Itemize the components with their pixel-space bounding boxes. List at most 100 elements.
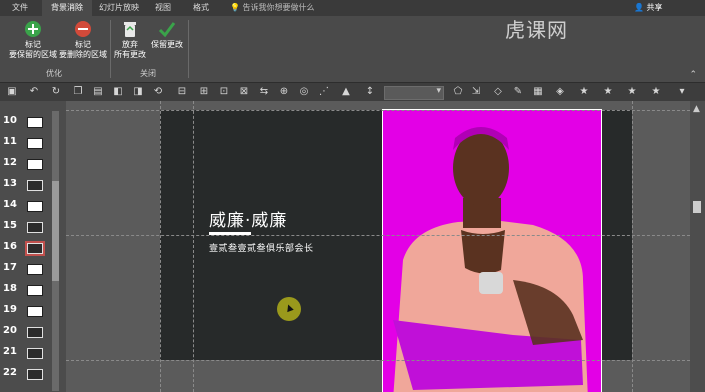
watermark-logo: 虎课网 [505, 14, 568, 43]
scroll-up-icon[interactable]: ▲ [693, 104, 700, 114]
discard-line2: 所有更改 [114, 50, 146, 59]
portrait-photo-background-removal[interactable] [382, 109, 602, 392]
shape-effect-icon[interactable]: ⬠ [452, 86, 464, 98]
slide-preview [27, 201, 43, 212]
mark-keep-line1: 标记 [25, 40, 41, 49]
star-icon[interactable]: ★ [626, 86, 638, 98]
guide-line[interactable] [66, 110, 690, 111]
group-separator [188, 20, 189, 78]
group-label-close: 关闭 [140, 69, 156, 78]
slide-editing-canvas: 威廉·威廉 壹贰叁壹贰叁俱乐部会长 [66, 101, 690, 392]
slide-number: 18 [3, 283, 17, 294]
outline-icon[interactable]: ✎ [512, 86, 524, 98]
slide-number: 12 [3, 157, 17, 168]
tell-me-text: 告诉我你想要做什么 [242, 3, 315, 12]
font-dropdown[interactable] [384, 86, 444, 100]
slide-preview [27, 138, 43, 149]
person-icon: 👤 [634, 3, 644, 12]
slide-number: 13 [3, 178, 17, 189]
guide-line[interactable] [66, 360, 690, 361]
slide-preview [27, 327, 43, 338]
text-direction-icon[interactable]: ⇲ [470, 86, 482, 98]
star-icon[interactable]: ★ [578, 86, 590, 98]
redo-icon[interactable]: ↻ [50, 86, 62, 98]
guide-line[interactable] [66, 235, 690, 236]
person-image [393, 127, 588, 392]
mark-remove-line1: 标记 [75, 40, 91, 49]
recycle-bin-icon [124, 22, 136, 37]
group-label-optimize: 优化 [46, 69, 62, 78]
keep-changes-button[interactable]: 保留更改 [148, 20, 186, 50]
canvas-scrollbar[interactable]: ▲ [690, 101, 705, 392]
slide-preview [27, 117, 43, 128]
slide-preview [27, 180, 43, 191]
slide-preview [27, 222, 43, 233]
arrange-icon[interactable]: ⊕ [278, 86, 290, 98]
group-icon[interactable]: ▤ [92, 86, 104, 98]
mouse-cursor-highlight [277, 297, 301, 321]
slide-number: 10 [3, 115, 17, 126]
slide-preview [27, 159, 43, 170]
tab-background-removal[interactable]: 背景消除 [42, 0, 92, 16]
slide-number: 21 [3, 346, 17, 357]
tab-view[interactable]: 视图 [146, 0, 180, 16]
quick-access-toolbar: ▣ ↶ ↻ ❐ ▤ ◧ ◨ ⟲ ⊟ ⊞ ⊡ ⊠ ⇆ ⊕ ◎ ⋰ ▲ ↕ ⬠ ⇲ … [0, 83, 705, 101]
scrollbar-thumb[interactable] [52, 181, 59, 281]
copy-icon[interactable]: ❐ [72, 86, 84, 98]
share-label: 共享 [646, 3, 663, 12]
slide-thumbnail-panel: 10 11 12 13 14 15 16 17 18 19 20 21 22 [0, 101, 66, 392]
mark-remove-button[interactable]: 标记 要删除的区域 [56, 20, 110, 60]
rotate-icon[interactable]: ⟲ [152, 86, 164, 98]
slide-preview [27, 369, 43, 380]
discard-line1: 放弃 [122, 40, 138, 49]
collapse-ribbon-icon[interactable]: ⌃ [689, 70, 697, 80]
align-icon[interactable]: ⊟ [176, 86, 188, 98]
bring-forward-icon[interactable]: ◧ [112, 86, 124, 98]
slide-number: 11 [3, 136, 17, 147]
checkmark-icon [158, 22, 176, 38]
slide-preview [27, 264, 43, 275]
undo-icon[interactable]: ↶ [28, 86, 40, 98]
watermark-text: 虎课网 [505, 18, 568, 42]
slide-preview [27, 348, 43, 359]
more-icon[interactable]: ▾ [676, 86, 688, 98]
scrollbar-thumb[interactable] [693, 201, 701, 213]
minus-circle-icon [75, 21, 91, 37]
lightbulb-icon: 💡 [230, 3, 240, 12]
share-button[interactable]: 👤 共享 [634, 0, 663, 16]
flip-icon[interactable]: ⇆ [258, 86, 270, 98]
guide-line[interactable] [193, 101, 194, 392]
tab-format[interactable]: 格式 [184, 0, 218, 16]
shape-fill-icon[interactable]: ◇ [492, 86, 504, 98]
line-spacing-icon[interactable]: ↕ [364, 86, 376, 98]
picture-icon[interactable]: ▦ [532, 86, 544, 98]
thumbnail-scrollbar[interactable] [52, 111, 59, 391]
slide-preview [27, 285, 43, 296]
guide-line[interactable] [632, 101, 633, 392]
slide-number: 14 [3, 199, 17, 210]
discard-changes-button[interactable]: 放弃 所有更改 [112, 20, 148, 60]
slide-preview [25, 241, 45, 256]
slide-number: 20 [3, 325, 17, 336]
mark-keep-button[interactable]: 标记 要保留的区域 [4, 20, 62, 60]
tab-slideshow[interactable]: 幻灯片放映 [94, 0, 144, 16]
guide-line[interactable] [160, 101, 161, 392]
slide-subtitle[interactable]: 壹贰叁壹贰叁俱乐部会长 [209, 241, 314, 254]
crop-icon[interactable]: ⊠ [238, 86, 250, 98]
send-backward-icon[interactable]: ◨ [132, 86, 144, 98]
edit-points-icon[interactable]: ⋰ [318, 86, 330, 98]
group-separator [110, 20, 111, 78]
save-icon[interactable]: ▣ [6, 86, 18, 98]
merge-shapes-icon[interactable]: ◎ [298, 86, 310, 98]
shadow-icon[interactable]: ◈ [554, 86, 566, 98]
tell-me-box[interactable]: 💡 告诉我你想要做什么 [230, 0, 315, 16]
triangle-shape-icon[interactable]: ▲ [340, 86, 352, 98]
slide-title[interactable]: 威廉·威廉 [209, 206, 287, 231]
distribute-icon[interactable]: ⊞ [198, 86, 210, 98]
mark-keep-line2: 要保留的区域 [9, 50, 57, 59]
lock-icon[interactable]: ⊡ [218, 86, 230, 98]
star-icon[interactable]: ★ [650, 86, 662, 98]
slide-number: 15 [3, 220, 17, 231]
star-icon[interactable]: ★ [602, 86, 614, 98]
tab-file[interactable]: 文件 [2, 0, 38, 16]
